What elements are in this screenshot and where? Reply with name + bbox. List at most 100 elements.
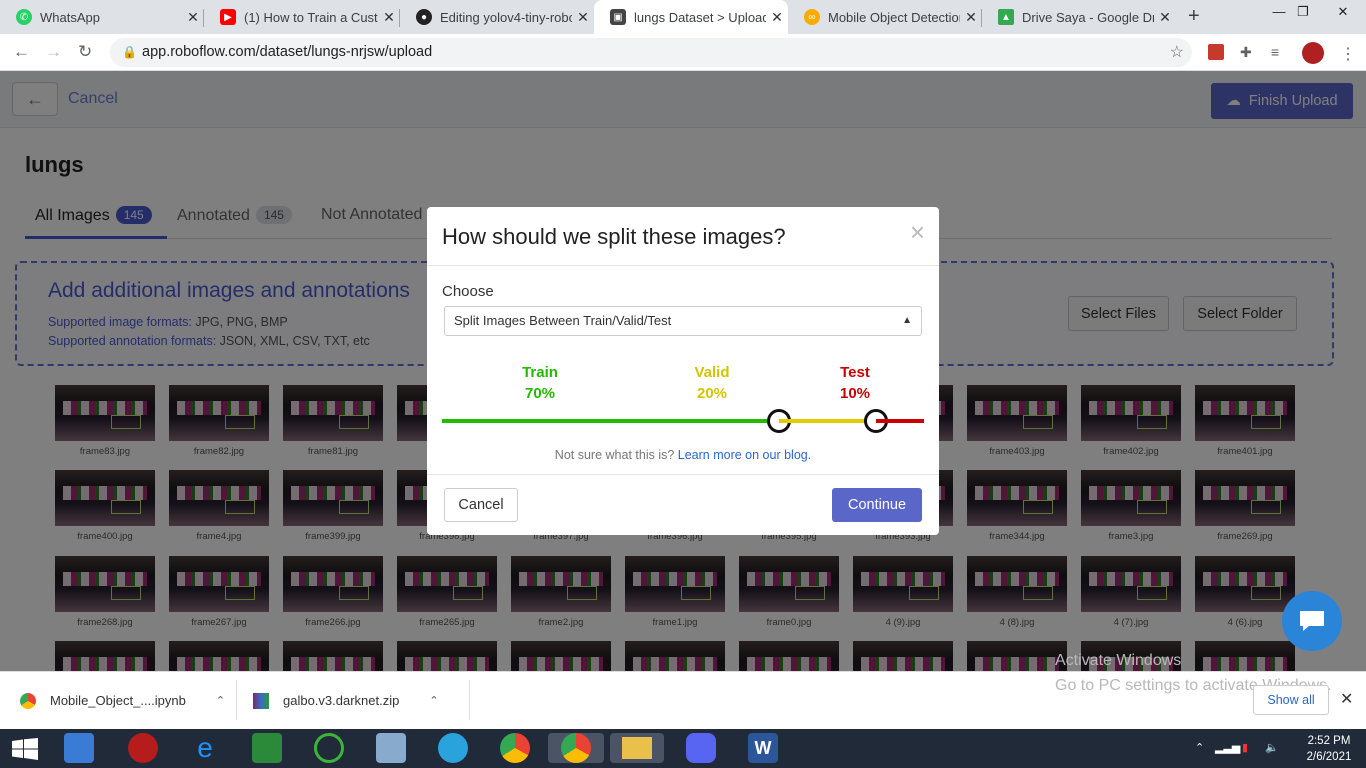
select-arrows-icon: ▲ bbox=[902, 315, 912, 326]
help-line: Not sure what this is? Learn more on our… bbox=[427, 448, 939, 462]
tab-whatsapp[interactable]: ✆ WhatsApp ✕ bbox=[0, 0, 204, 34]
whatsapp-icon: ✆ bbox=[16, 9, 32, 25]
battery-icon[interactable]: ▮ bbox=[1242, 741, 1248, 754]
downloads-bar: Mobile_Object_....ipynb ⌃ galbo.v3.darkn… bbox=[0, 671, 1366, 729]
github-icon: ● bbox=[416, 9, 432, 25]
divider bbox=[469, 680, 470, 720]
split-method-value: Split Images Between Train/Valid/Test bbox=[454, 313, 672, 328]
choose-label: Choose bbox=[442, 283, 494, 300]
divider bbox=[427, 474, 939, 475]
internet-explorer-icon[interactable]: e bbox=[190, 733, 220, 763]
clock-date: 2/6/2021 bbox=[1306, 751, 1352, 763]
download-item[interactable]: galbo.v3.darknet.zip ⌃ bbox=[253, 672, 439, 729]
split-name: Test bbox=[840, 364, 870, 381]
system-clock[interactable]: 2:52 PM 2/6/2021 bbox=[1298, 733, 1360, 765]
tab-title: WhatsApp bbox=[40, 9, 100, 25]
close-icon[interactable]: ✕ bbox=[378, 9, 400, 26]
address-bar: ← → ↻ 🔒 app.roboflow.com/dataset/lungs-n… bbox=[0, 34, 1366, 71]
menu-dots-icon[interactable]: ⋮ bbox=[1340, 44, 1356, 63]
clock-time: 2:52 PM bbox=[1307, 735, 1351, 747]
media-control-icon[interactable]: ≡ bbox=[1271, 44, 1287, 60]
chevron-up-icon[interactable]: ⌃ bbox=[429, 694, 438, 707]
split-percent: 10% bbox=[839, 385, 871, 402]
dialog-title: How should we split these images? bbox=[442, 224, 786, 249]
tab-youtube[interactable]: ▶ (1) How to Train a Custom ✕ bbox=[204, 0, 400, 34]
help-text: Not sure what this is? bbox=[554, 448, 675, 462]
telegram-icon[interactable] bbox=[438, 733, 468, 763]
forward-arrow-icon[interactable]: → bbox=[45, 42, 62, 62]
store-icon[interactable] bbox=[252, 733, 282, 763]
colab-icon: ∞ bbox=[804, 9, 820, 25]
tab-title: Mobile Object Detection bbox=[828, 9, 960, 25]
tab-github[interactable]: ● Editing yolov4-tiny-robo ✕ bbox=[400, 0, 594, 34]
split-name: Train bbox=[522, 364, 558, 381]
google-drive-icon: ▲ bbox=[998, 9, 1014, 25]
tab-title: (1) How to Train a Custom bbox=[244, 9, 378, 25]
chat-button[interactable] bbox=[1282, 591, 1342, 651]
chrome-icon[interactable] bbox=[500, 733, 530, 763]
app-icon[interactable] bbox=[314, 733, 344, 763]
learn-more-link[interactable]: Learn more on our blog. bbox=[678, 448, 811, 462]
tab-drive[interactable]: ▲ Drive Saya - Google Drive ✕ bbox=[982, 0, 1176, 34]
divider bbox=[427, 265, 939, 266]
chrome-icon bbox=[561, 733, 591, 763]
back-arrow-icon[interactable]: ← bbox=[13, 42, 30, 62]
chevron-up-icon[interactable]: ⌃ bbox=[216, 694, 225, 707]
close-icon[interactable]: ✕ bbox=[1340, 689, 1353, 709]
close-icon[interactable]: ✕ bbox=[1154, 9, 1176, 26]
close-icon[interactable]: ✕ bbox=[182, 9, 204, 26]
url-input[interactable]: 🔒 app.roboflow.com/dataset/lungs-nrjsw/u… bbox=[110, 38, 1192, 67]
word-icon[interactable]: W bbox=[748, 733, 778, 763]
chat-bubble-icon bbox=[1300, 611, 1324, 631]
split-method-select[interactable]: Split Images Between Train/Valid/Test ▲ bbox=[444, 306, 922, 336]
cancel-button[interactable]: Cancel bbox=[444, 488, 518, 522]
volume-icon[interactable]: 🔈 bbox=[1265, 741, 1279, 754]
app-icon[interactable] bbox=[376, 733, 406, 763]
discord-icon[interactable] bbox=[686, 733, 716, 763]
tab-roboflow[interactable]: ▣ lungs Dataset > Upload ✕ bbox=[594, 0, 788, 34]
browser-tab-strip: ✆ WhatsApp ✕ ▶ (1) How to Train a Custom… bbox=[0, 0, 1366, 34]
download-filename: Mobile_Object_....ipynb bbox=[50, 693, 186, 708]
chrome-file-icon bbox=[20, 692, 36, 709]
puzzle-icon[interactable]: ✚ bbox=[1240, 44, 1256, 60]
activate-windows-watermark: Activate Windows bbox=[1055, 652, 1182, 669]
close-icon[interactable]: ✕ bbox=[960, 9, 982, 26]
reload-icon[interactable]: ↻ bbox=[78, 42, 92, 62]
split-dialog: How should we split these images? × Choo… bbox=[427, 207, 939, 535]
folder-icon bbox=[622, 737, 652, 759]
chrome-active-taskbar-button[interactable] bbox=[548, 733, 604, 763]
continue-button[interactable]: Continue bbox=[832, 488, 922, 522]
split-track-train bbox=[442, 419, 780, 423]
close-icon[interactable]: ✕ bbox=[766, 9, 788, 26]
extension-icon[interactable] bbox=[1208, 44, 1224, 60]
close-window-button[interactable]: ✕ bbox=[1320, 0, 1366, 26]
url-text: app.roboflow.com/dataset/lungs-nrjsw/upl… bbox=[142, 44, 433, 60]
winrar-icon bbox=[253, 692, 269, 709]
media-player-icon[interactable] bbox=[64, 733, 94, 763]
show-all-button[interactable]: Show all bbox=[1253, 685, 1329, 715]
close-icon[interactable]: × bbox=[910, 217, 925, 248]
tab-title: Editing yolov4-tiny-robo bbox=[440, 9, 572, 25]
chevron-up-icon[interactable]: ⌃ bbox=[1195, 741, 1204, 754]
split-track-valid bbox=[779, 419, 876, 423]
app-icon[interactable] bbox=[128, 733, 158, 763]
split-percent: 70% bbox=[524, 385, 556, 402]
download-item[interactable]: Mobile_Object_....ipynb ⌃ bbox=[20, 672, 225, 729]
new-tab-button[interactable]: + bbox=[1188, 5, 1200, 28]
close-icon[interactable]: ✕ bbox=[572, 9, 594, 26]
windows-taskbar: e W ⌃ ▂▃▅ ▮ 🔈 2:52 PM 2/6/2021 bbox=[0, 729, 1366, 768]
bookmark-star-icon[interactable]: ☆ bbox=[1170, 38, 1184, 67]
youtube-icon: ▶ bbox=[220, 9, 236, 25]
avatar[interactable] bbox=[1302, 42, 1324, 64]
split-name: Valid bbox=[694, 364, 730, 381]
tab-title: lungs Dataset > Upload bbox=[634, 9, 766, 25]
network-icon[interactable]: ▂▃▅ bbox=[1215, 741, 1240, 754]
split-percent: 20% bbox=[696, 385, 728, 402]
download-filename: galbo.v3.darknet.zip bbox=[283, 693, 400, 708]
tab-colab[interactable]: ∞ Mobile Object Detection ✕ bbox=[788, 0, 982, 34]
roboflow-icon: ▣ bbox=[610, 9, 626, 25]
file-explorer-taskbar-button[interactable] bbox=[610, 733, 664, 763]
windows-start-icon[interactable] bbox=[12, 738, 38, 760]
tab-title: Drive Saya - Google Drive bbox=[1022, 9, 1154, 25]
split-track-test bbox=[875, 419, 924, 423]
